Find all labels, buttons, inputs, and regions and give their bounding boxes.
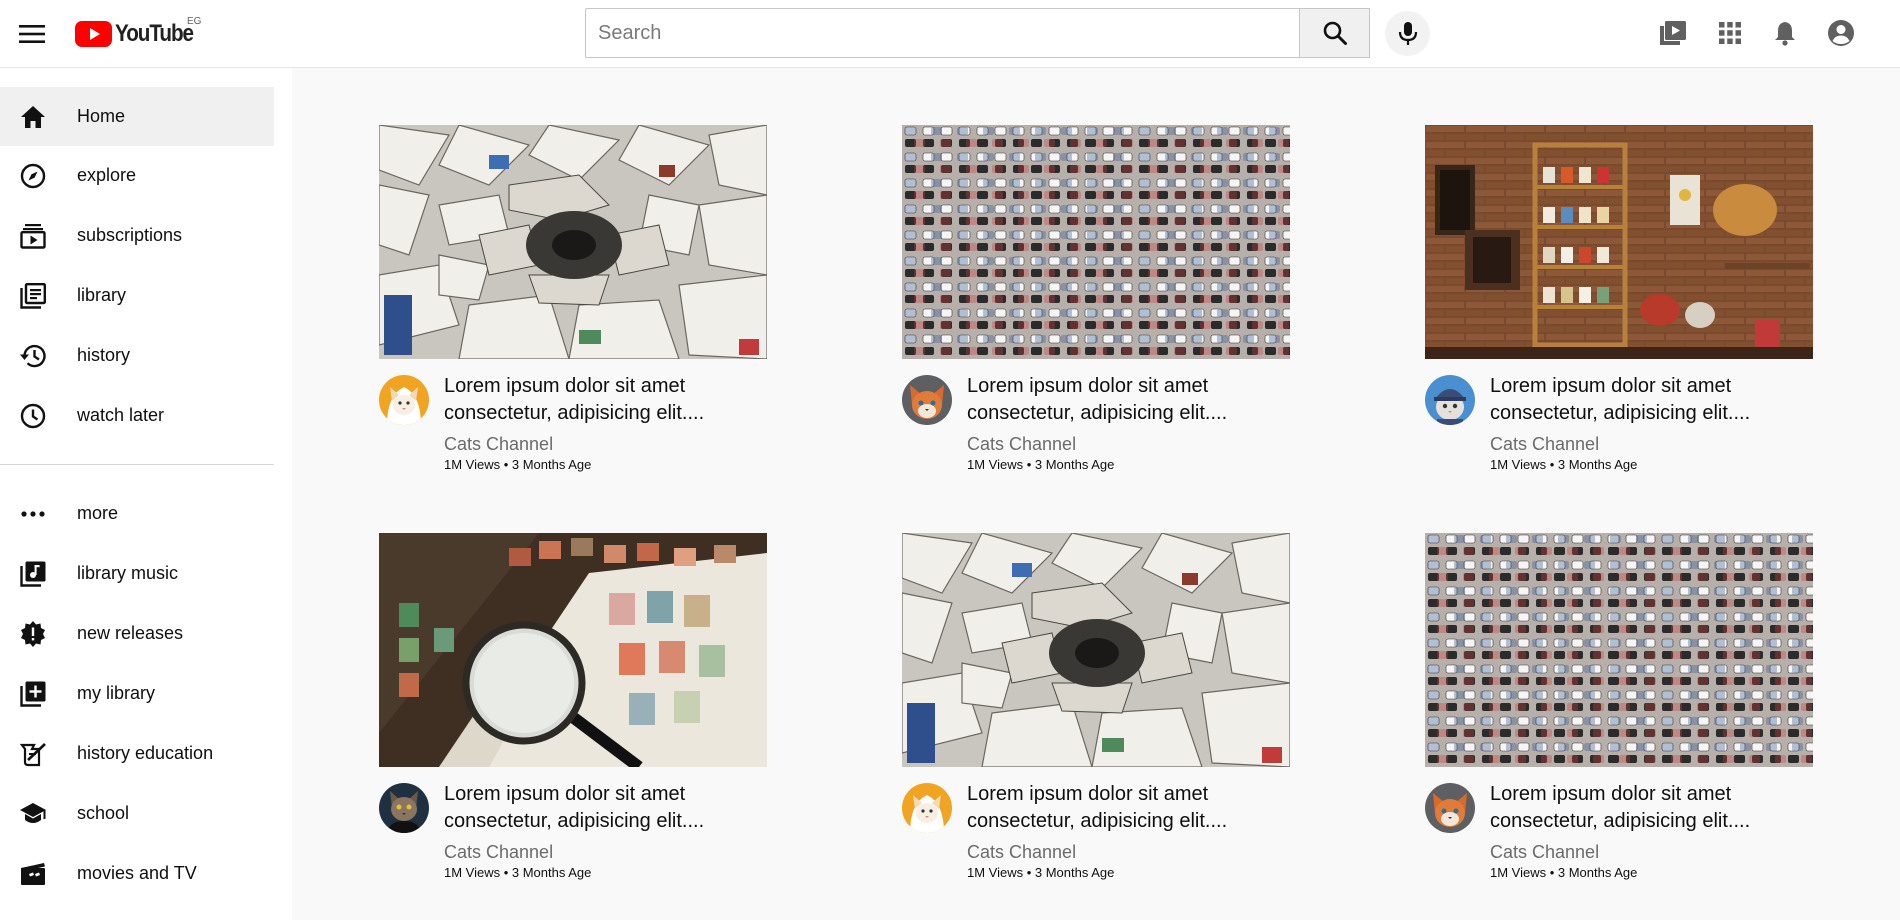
channel-name[interactable]: Cats Channel (444, 842, 553, 863)
create-video-icon[interactable] (1655, 15, 1691, 51)
sidebar-item-label: subscriptions (77, 225, 183, 245)
video-card[interactable]: Lorem ipsum dolor sit amet consectetur, a… (379, 125, 767, 485)
channel-name[interactable]: Cats Channel (1490, 434, 1599, 455)
sidebar-item-label: history (77, 345, 131, 365)
clock-icon (19, 402, 47, 430)
sidebar-item-label: more (77, 503, 119, 523)
sidebar-divider (0, 464, 274, 465)
new-releases-icon (19, 620, 47, 648)
channel-name[interactable]: Cats Channel (967, 842, 1076, 863)
search-input[interactable] (585, 8, 1299, 58)
video-meta: 1M Views • 3 Months Age (1490, 457, 1638, 472)
search-icon (1323, 21, 1347, 45)
channel-name[interactable]: Cats Channel (1490, 842, 1599, 863)
sidebar-item-label: history education (77, 743, 214, 763)
home-icon (19, 103, 47, 131)
sidebar-item-label: library (77, 285, 127, 305)
video-meta: 1M Views • 3 Months Age (967, 865, 1115, 880)
sidebar-item-more[interactable]: more (0, 484, 274, 543)
sidebar-item-school[interactable]: school (0, 784, 274, 843)
sidebar-item-library[interactable]: library (0, 266, 274, 325)
sidebar-item-my-library[interactable]: my library (0, 664, 274, 723)
apps-grid-icon[interactable] (1712, 15, 1748, 51)
sidebar-item-explore[interactable]: explore (0, 146, 274, 205)
channel-name[interactable]: Cats Channel (444, 434, 553, 455)
library-icon (19, 282, 47, 310)
video-title[interactable]: Lorem ipsum dolor sit amet consectetur, a… (1490, 373, 1808, 427)
video-card[interactable]: Lorem ipsum dolor sit amet consectetur, a… (379, 533, 767, 893)
video-thumbnail-mugs-wall[interactable] (1425, 125, 1813, 359)
channel-avatar-cat-cap[interactable] (1425, 375, 1475, 425)
history-edu-icon (19, 740, 47, 768)
sidebar-item-label: Home (77, 106, 126, 126)
sidebar-item-history[interactable]: history (0, 326, 274, 385)
sidebar-item-library-music[interactable]: library music (0, 544, 274, 603)
library-music-icon (19, 560, 47, 588)
youtube-play-logo-icon (75, 21, 112, 47)
sidebar-item-label: new releases (77, 623, 184, 643)
channel-avatar-cat-orange-hood[interactable] (902, 783, 952, 833)
sidebar-item-new-releases[interactable]: new releases (0, 604, 274, 663)
sidebar: Home explore subscriptions library histo… (0, 68, 292, 920)
video-card[interactable]: Lorem ipsum dolor sit amet consectetur, a… (902, 533, 1290, 893)
sidebar-item-label: my library (77, 683, 156, 703)
video-thumbnail-newspapers[interactable] (379, 125, 767, 359)
video-title[interactable]: Lorem ipsum dolor sit amet consectetur, a… (444, 781, 762, 835)
video-title[interactable]: Lorem ipsum dolor sit amet consectetur, a… (1490, 781, 1808, 835)
video-card[interactable]: Lorem ipsum dolor sit amet consectetur, a… (1425, 533, 1813, 893)
channel-name[interactable]: Cats Channel (967, 434, 1076, 455)
sidebar-item-home[interactable]: Home (0, 87, 274, 146)
menu-icon[interactable] (14, 16, 50, 52)
compass-icon (19, 162, 47, 190)
video-meta: 1M Views • 3 Months Age (967, 457, 1115, 472)
sidebar-item-watch-later[interactable]: watch later (0, 386, 274, 445)
sidebar-item-history-education[interactable]: history education (0, 724, 274, 783)
top-header: YouTube EG (0, 0, 1900, 68)
more-dots-icon (19, 500, 47, 528)
sidebar-item-label: school (77, 803, 130, 823)
account-circle-icon[interactable] (1823, 15, 1859, 51)
notifications-bell-icon[interactable] (1767, 15, 1803, 51)
video-card[interactable]: Lorem ipsum dolor sit amet consectetur, a… (902, 125, 1290, 485)
video-meta: 1M Views • 3 Months Age (444, 457, 592, 472)
sidebar-item-subscriptions[interactable]: subscriptions (0, 206, 274, 265)
sidebar-item-movies-and-tv[interactable]: movies and TV (0, 844, 274, 903)
video-title[interactable]: Lorem ipsum dolor sit amet consectetur, a… (967, 373, 1285, 427)
search-bar (585, 8, 1370, 58)
logo-text: YouTube (115, 20, 194, 47)
search-button[interactable] (1299, 8, 1370, 58)
channel-avatar-cat-fox[interactable] (902, 375, 952, 425)
subscriptions-icon (19, 222, 47, 250)
video-thumbnail-newspapers[interactable] (902, 533, 1290, 767)
video-meta: 1M Views • 3 Months Age (444, 865, 592, 880)
channel-avatar-cat-orange-hood[interactable] (379, 375, 429, 425)
sidebar-item-label: movies and TV (77, 863, 197, 883)
school-icon (19, 800, 47, 828)
video-card[interactable]: Lorem ipsum dolor sit amet consectetur, a… (1425, 125, 1813, 485)
video-meta: 1M Views • 3 Months Age (1490, 865, 1638, 880)
sidebar-item-label: library music (77, 563, 179, 583)
video-thumbnail-parking-lot[interactable] (902, 125, 1290, 359)
voice-search-button[interactable] (1385, 11, 1430, 56)
channel-avatar-cat-fox[interactable] (1425, 783, 1475, 833)
mic-icon (1398, 21, 1417, 45)
library-add-icon (19, 680, 47, 708)
video-title[interactable]: Lorem ipsum dolor sit amet consectetur, a… (444, 373, 762, 427)
video-thumbnail-stamps[interactable] (379, 533, 767, 767)
history-icon (19, 342, 47, 370)
sidebar-item-label: explore (77, 165, 137, 185)
video-title[interactable]: Lorem ipsum dolor sit amet consectetur, a… (967, 781, 1285, 835)
country-code: EG (187, 16, 202, 27)
sidebar-item-label: watch later (77, 405, 165, 425)
video-thumbnail-parking-lot[interactable] (1425, 533, 1813, 767)
movie-icon (19, 860, 47, 888)
channel-avatar-cat-dark-coat[interactable] (379, 783, 429, 833)
